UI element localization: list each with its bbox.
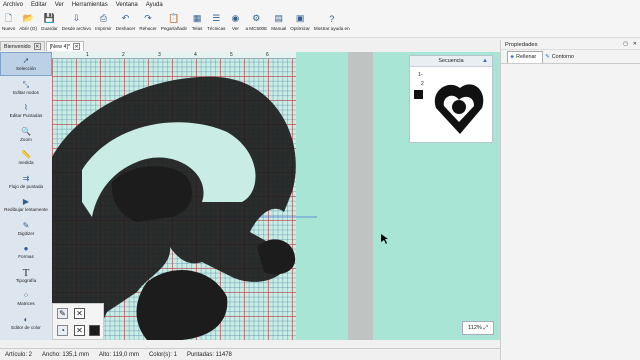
shapes-icon: ●	[23, 244, 29, 254]
manual-button[interactable]: ▤ Manual	[269, 10, 288, 38]
print-button[interactable]: ⎙ Imprimir	[93, 10, 114, 38]
view-button[interactable]: ◉ Ver	[227, 10, 243, 38]
slow-redraw-icon: ▶	[22, 197, 30, 207]
save-button[interactable]: 💾 Guardar	[39, 10, 60, 38]
send-to-machine-button[interactable]: ⚙ a MC500E	[243, 10, 269, 38]
document-tabs: Bienvenido ✕ [New 4]* ✕	[0, 40, 500, 51]
optimize-button[interactable]: ▣ Optimizar	[288, 10, 312, 38]
tool-shapes[interactable]: ● Formas	[0, 240, 52, 264]
edit-nodes-icon: ⤡	[22, 79, 30, 89]
from-file-button[interactable]: ⇩ Desde archivo	[60, 10, 93, 38]
properties-tabs: ◈ Rellenar ✎ Contorno	[501, 50, 640, 64]
print-icon: ⎙	[99, 13, 108, 23]
pen-icon[interactable]: ✎	[57, 308, 68, 319]
digitizer-icon: ✎	[22, 220, 30, 230]
properties-title: Propiedades ▢ ✕	[501, 40, 640, 50]
fabric-icon: ▦	[192, 13, 202, 23]
status-height: Alto: 119,0 mm	[99, 351, 139, 358]
outline-icon: ✎	[545, 53, 550, 60]
tool-slow-redraw[interactable]: ▶ Redibujar lentamente	[0, 193, 52, 217]
status-stitches: Puntadas: 11478	[186, 351, 232, 358]
tool-measure[interactable]: 📏 medida	[0, 146, 52, 170]
fill-bucket-icon[interactable]: ◔	[57, 325, 68, 336]
no-fill-swatch[interactable]: ✕	[74, 325, 85, 336]
menu-ayuda[interactable]: Ayuda	[146, 2, 163, 8]
select-arrow-icon: ➚	[22, 56, 30, 66]
tab-welcome[interactable]: Bienvenido ✕	[0, 41, 45, 51]
close-icon[interactable]: ✕	[633, 41, 637, 47]
redo-icon: ↷	[144, 13, 152, 23]
tool-typography[interactable]: T Tipografía	[0, 264, 52, 288]
close-icon[interactable]: ✕	[73, 43, 81, 50]
close-icon[interactable]: ✕	[33, 43, 41, 50]
edit-stitches-icon: ⌇	[24, 103, 28, 113]
tool-matrices[interactable]: ⁘ Matrices	[0, 287, 52, 311]
color-editor-icon: ◐	[23, 314, 29, 324]
optimize-icon: ▣	[295, 13, 305, 23]
techniques-button[interactable]: ☰ Técnicas	[205, 10, 227, 38]
expand-icon: ⤢	[483, 324, 488, 331]
measure-icon: 📏	[21, 150, 31, 160]
techniques-icon: ☰	[212, 13, 221, 23]
sequence-thumbnail[interactable]	[428, 76, 490, 140]
status-bar: Artículo: 2 Ancho: 135,1 mm Alto: 119,0 …	[0, 348, 500, 360]
matrices-icon: ⁘	[22, 291, 30, 301]
paste-icon: 📋	[168, 13, 180, 23]
sequence-panel: Secuencia ▲ 1- 2	[409, 55, 493, 143]
manual-icon: ▤	[274, 13, 283, 23]
tool-color-editor[interactable]: ◐ Editor de color	[0, 311, 52, 335]
menu-herramientas[interactable]: Herramientas	[72, 2, 108, 8]
main-toolbar: 🗋 Nuevo 📂 Abrir (O) 💾 Guardar ⇩ Desde archiv…	[0, 10, 640, 38]
mouse-cursor	[381, 234, 388, 244]
sequence-header: Secuencia ▲	[410, 56, 492, 67]
new-button[interactable]: 🗋 Nuevo	[0, 10, 17, 38]
no-color-swatch[interactable]: ✕	[74, 308, 85, 319]
menu-ver[interactable]: Ver	[55, 2, 64, 8]
tool-panel: ➚ Selección ⤡ Editar nodos ⌇ Editar Puntada…	[0, 52, 52, 340]
import-file-icon: ⇩	[72, 13, 81, 23]
tool-edit-nodes[interactable]: ⤡ Editar nodos	[0, 76, 52, 100]
properties-panel: Propiedades ▢ ✕ ◈ Rellenar ✎ Contorno	[500, 40, 640, 360]
sequence-color-chip[interactable]	[414, 90, 423, 99]
color-palette: ✎ ✕ ◔ ✕	[52, 303, 104, 340]
sequence-item-2[interactable]: 2	[421, 81, 424, 87]
tool-zoom[interactable]: 🔍 Zoom	[0, 123, 52, 147]
menu-bar: Archivo Editar Ver Herramientas Ventana …	[0, 0, 640, 10]
tab-new-4[interactable]: [New 4]* ✕	[45, 41, 85, 51]
status-colors: Color(s): 1	[148, 351, 177, 358]
status-width: Ancho: 135,1 mm	[42, 351, 90, 358]
fill-icon: ◈	[510, 54, 515, 60]
sewing-machine-icon: ⚙	[252, 13, 261, 23]
fabrics-button[interactable]: ▦ Telas	[189, 10, 205, 38]
menu-archivo[interactable]: Archivo	[3, 2, 23, 8]
tool-selection[interactable]: ➚ Selección	[0, 52, 52, 76]
zoom-level[interactable]: 112% ⤢	[462, 321, 494, 335]
stitch-flow-icon: ⇉	[22, 173, 30, 183]
menu-editar[interactable]: Editar	[31, 2, 47, 8]
open-folder-icon: 📂	[22, 13, 34, 23]
redo-button[interactable]: ↷ Rehacer	[137, 10, 158, 38]
menu-ventana[interactable]: Ventana	[116, 2, 138, 8]
save-icon: 💾	[43, 13, 55, 23]
tab-outline[interactable]: ✎ Contorno	[543, 51, 580, 63]
help-icon: ?	[329, 13, 335, 24]
tool-digitizer[interactable]: ✎ Digitizer	[0, 217, 52, 241]
view-icon: ◉	[231, 13, 240, 23]
sequence-item-1[interactable]: 1-	[418, 72, 422, 78]
undo-icon: ↶	[121, 13, 130, 23]
zoom-icon: 🔍	[21, 126, 31, 136]
paste-button[interactable]: 📋 Pegar/añadir	[159, 10, 189, 38]
tool-stitch-flow[interactable]: ⇉ Flujo de puntada	[0, 170, 52, 194]
black-color-swatch[interactable]	[89, 325, 100, 336]
collapse-arrow-icon[interactable]: ▲	[482, 58, 488, 64]
new-file-icon: 🗋	[5, 12, 13, 23]
pin-icon[interactable]: ▢	[623, 41, 628, 47]
show-help-button[interactable]: ? Mostrar ayuda en	[312, 10, 352, 38]
status-artwork: Artículo: 2	[5, 351, 33, 358]
tab-fill[interactable]: ◈ Rellenar	[507, 50, 544, 63]
open-button[interactable]: 📂 Abrir (O)	[17, 10, 39, 38]
tool-edit-stitches[interactable]: ⌇ Editar Puntadas	[0, 99, 52, 123]
typography-icon: T	[22, 266, 30, 279]
undo-button[interactable]: ↶ Deshacer	[114, 10, 138, 38]
